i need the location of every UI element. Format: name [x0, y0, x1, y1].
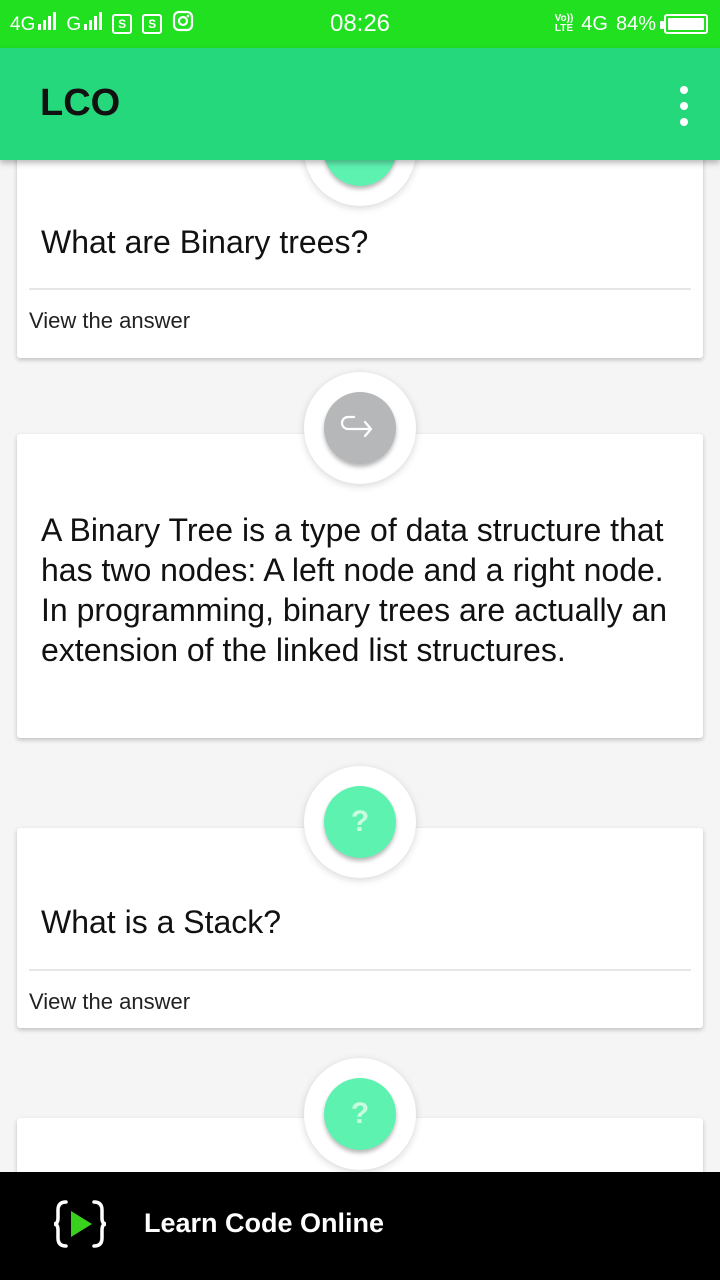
question-icon: ? — [324, 1078, 396, 1150]
status-right: Vo)) LTE 4G 84% — [555, 10, 708, 38]
answer-text: A Binary Tree is a type of data structur… — [41, 512, 668, 668]
battery-percent: 84% — [615, 12, 656, 35]
question-text: What is a Stack? — [41, 904, 282, 940]
app-title: LCO — [40, 82, 121, 124]
status-bar: 4G G S S 08:26 Vo)) LTE 4G 84% — [0, 0, 720, 48]
question-list[interactable]: ? What are Binary trees? View the answer… — [0, 160, 720, 1172]
more-vert-icon[interactable] — [678, 86, 690, 126]
question-badge: ? — [304, 766, 416, 878]
question-badge: ? — [304, 1058, 416, 1170]
question-icon: ? — [324, 160, 396, 186]
divider — [29, 288, 691, 290]
answer-badge — [304, 372, 416, 484]
view-answer-link[interactable]: View the answer — [29, 308, 190, 334]
lco-logo-icon — [52, 1196, 108, 1252]
reply-arrow-icon — [324, 392, 396, 464]
view-answer-link[interactable]: View the answer — [29, 989, 190, 1015]
volte-indicator: Vo)) LTE — [554, 13, 574, 34]
divider — [29, 969, 691, 971]
footer-text: Learn Code Online — [144, 1208, 385, 1238]
question-icon: ? — [324, 786, 396, 858]
question-text: What are Binary trees? — [41, 224, 369, 260]
network-type-right: 4G — [581, 12, 608, 35]
app-bar: LCO — [0, 48, 720, 160]
footer-banner[interactable]: Learn Code Online — [0, 1172, 720, 1280]
battery-icon — [660, 14, 708, 34]
